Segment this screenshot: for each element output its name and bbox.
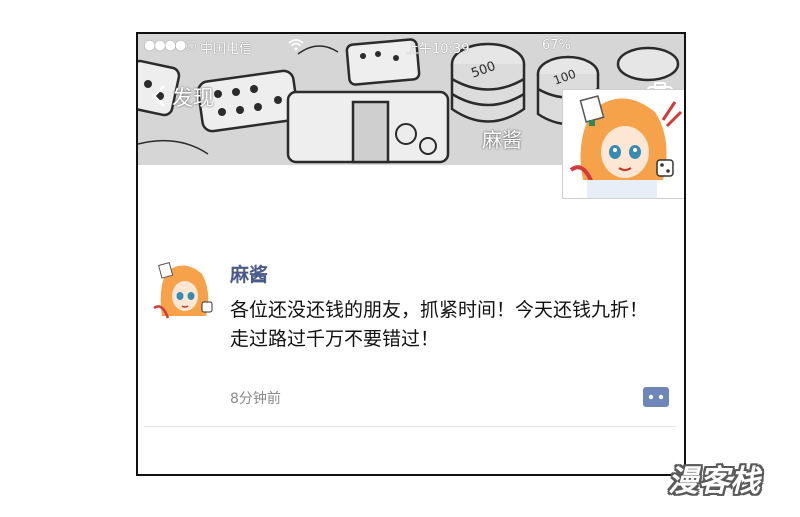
post-author-name[interactable]: 麻酱 <box>230 260 268 287</box>
wifi-icon <box>288 39 304 51</box>
back-button[interactable]: 发现 <box>172 82 214 112</box>
post-divider <box>144 426 676 427</box>
post-timestamp: 8分钟前 <box>230 391 281 407</box>
carrier-name: 中国电信 <box>200 42 253 57</box>
status-bar: ●●●●○ 中国电信 上午10:39 67% <box>144 38 680 57</box>
feed-post: 麻酱 各位还没还钱的朋友，抓紧时间！今天还钱九折！走过路过千万不要错过！ 8分钟… <box>138 244 684 424</box>
author-avatar-illustration <box>152 260 216 324</box>
battery-level: 67% <box>542 38 571 53</box>
status-time: 上午10:39 <box>406 42 470 57</box>
site-watermark: 漫客栈 <box>668 464 761 499</box>
phone-screen: 500 100 ●●●●○ 中国电信 上午10:39 67% 发现 麻酱 麻酱 … <box>136 32 686 476</box>
post-author-avatar[interactable] <box>152 260 216 324</box>
chevron-left-icon[interactable] <box>152 84 166 108</box>
avatar-illustration <box>563 90 684 198</box>
post-text: 各位还没还钱的朋友，抓紧时间！今天还钱九折！走过路过千万不要错过！ <box>230 299 649 350</box>
comment-icon[interactable] <box>643 387 669 407</box>
profile-name[interactable]: 麻酱 <box>482 124 522 153</box>
comic-panel: 500 100 ●●●●○ 中国电信 上午10:39 67% 发现 麻酱 麻酱 … <box>0 0 800 517</box>
profile-avatar[interactable] <box>562 89 684 199</box>
signal-strength: ●●●●○ <box>144 38 197 53</box>
